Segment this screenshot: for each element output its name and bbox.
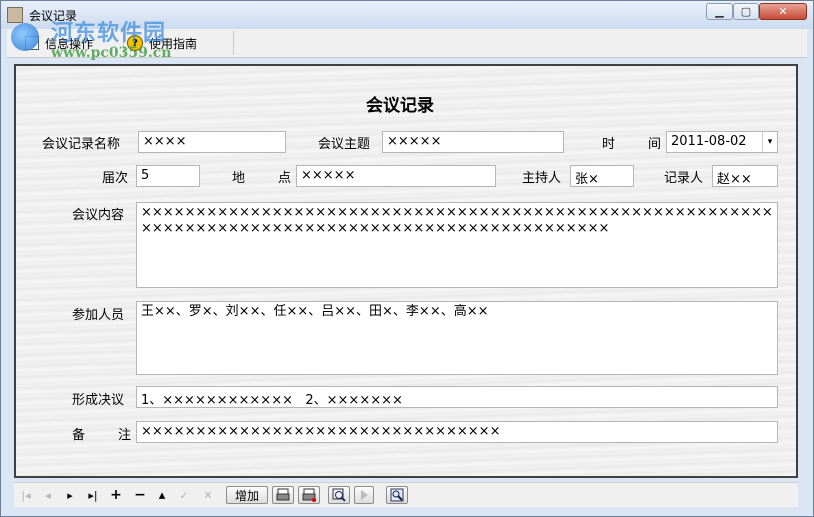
session-field[interactable]: 5 — [136, 165, 200, 187]
add-record-button[interactable]: + — [108, 486, 124, 504]
record-navigator: |◂ ◂ ▸ ▸| + − ▴ ✓ ✕ 增加 — [14, 482, 798, 507]
help-icon: ? — [127, 35, 143, 51]
maximize-button[interactable]: ▢ — [733, 3, 759, 20]
search-icon — [390, 488, 404, 502]
toolbar: 信息操作 ? 使用指南 — [7, 29, 807, 58]
printer-icon — [276, 488, 290, 501]
topic-label: 会议主题 — [318, 137, 371, 152]
content-label: 会议内容 — [72, 208, 125, 223]
toolbar-info-operations[interactable]: 信息操作 — [17, 31, 124, 55]
time-label-char-1: 时 — [602, 137, 616, 152]
record-name-field[interactable]: ×××× — [138, 131, 286, 153]
first-record-button[interactable]: |◂ — [18, 486, 34, 504]
chevron-down-icon[interactable]: ▾ — [762, 132, 777, 152]
prev-record-button[interactable]: ◂ — [40, 486, 56, 504]
time-label-char-2: 间 — [648, 137, 662, 152]
app-icon — [7, 7, 23, 23]
print-button[interactable] — [272, 486, 294, 504]
participants-label: 参加人员 — [72, 308, 125, 323]
title-bar: 会议记录 ▁ ▢ ✕ — [1, 1, 813, 29]
host-label: 主持人 — [522, 171, 562, 186]
toolbar-user-guide-label: 使用指南 — [149, 36, 198, 51]
participants-textarea[interactable]: 王××、罗×、刘××、任××、吕××、田×、李××、高×× — [136, 301, 778, 375]
edit-record-button[interactable]: ▴ — [154, 486, 170, 504]
minimize-button[interactable]: ▁ — [706, 3, 733, 20]
close-button[interactable]: ✕ — [759, 3, 807, 20]
location-label-char-2: 点 — [278, 171, 292, 186]
topic-field[interactable]: ××××× — [382, 131, 564, 153]
zoom-button[interactable] — [328, 486, 350, 504]
record-name-label: 会议记录名称 — [42, 137, 121, 152]
window-title: 会议记录 — [29, 9, 78, 23]
search-button[interactable] — [386, 486, 408, 504]
magnifier-icon — [332, 488, 346, 502]
print-preview-button[interactable] — [298, 486, 320, 504]
resolution-field[interactable]: 1、×××××××××××× 2、××××××× — [136, 386, 778, 408]
last-record-button[interactable]: ▸| — [84, 486, 102, 504]
remark-label-char-1: 备 — [72, 428, 86, 443]
content-textarea[interactable]: ××××××××××××××××××××××××××××××××××××××××… — [136, 202, 778, 288]
remark-label-char-2: 注 — [118, 428, 132, 443]
document-icon — [25, 36, 39, 50]
toolbar-user-guide[interactable]: ? 使用指南 — [119, 31, 234, 55]
remark-field[interactable]: ××××××××××××××××××××××××××××××××× — [136, 421, 778, 443]
time-field[interactable]: 2011-08-02 ▾ — [666, 131, 778, 153]
host-field[interactable]: 张× — [570, 165, 634, 187]
meeting-record-form: 会议记录 会议记录名称 ×××× 会议主题 ××××× 时 间 2011-08-… — [14, 64, 798, 478]
toolbar-info-operations-label: 信息操作 — [45, 36, 94, 51]
resolution-label: 形成决议 — [72, 393, 125, 408]
recorder-label: 记录人 — [664, 171, 704, 186]
time-value: 2011-08-02 — [671, 134, 747, 149]
printer-preview-icon — [302, 488, 316, 502]
cancel-edit-button[interactable]: ✕ — [200, 486, 216, 504]
recorder-field[interactable]: 赵×× — [712, 165, 778, 187]
delete-record-button[interactable]: − — [132, 486, 148, 504]
add-button[interactable]: 增加 — [226, 486, 268, 504]
post-record-button[interactable]: ✓ — [176, 486, 192, 504]
location-field[interactable]: ××××× — [296, 165, 496, 187]
next-record-button[interactable]: ▸ — [62, 486, 78, 504]
session-label: 届次 — [102, 171, 129, 186]
play-button[interactable] — [354, 486, 374, 504]
location-label-char-1: 地 — [232, 171, 246, 186]
play-icon — [361, 490, 368, 500]
form-title: 会议记录 — [366, 96, 434, 116]
